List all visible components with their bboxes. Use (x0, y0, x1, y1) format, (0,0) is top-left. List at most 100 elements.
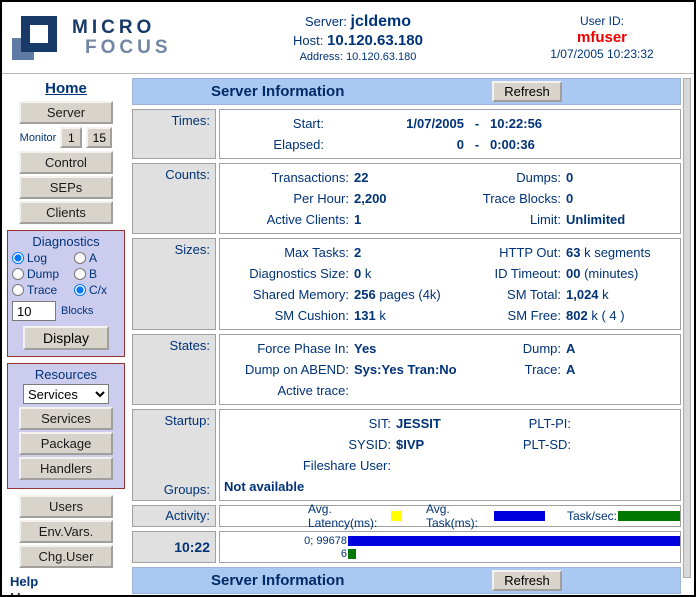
handlers-button[interactable]: Handlers (19, 457, 113, 480)
monitor-1-button[interactable]: 1 (60, 127, 82, 148)
sysid-value: $IVP (396, 434, 514, 455)
resources-panel: Resources Services Services Package Hand… (7, 363, 125, 489)
sm-total-value: 1,024 (566, 287, 599, 302)
section-title-top: Server Information (211, 83, 344, 100)
activity-green-bar (348, 549, 356, 559)
resources-title: Resources (12, 367, 120, 382)
clients-button[interactable]: Clients (19, 201, 113, 224)
home-link[interactable]: Home (2, 80, 130, 97)
sit-value: JESSIT (396, 413, 514, 434)
radio-b-input[interactable] (74, 268, 86, 280)
activity-sample-time: 10:22 (132, 531, 216, 563)
fileshare-user-value (396, 455, 514, 476)
seps-button[interactable]: SEPs (19, 176, 113, 199)
plt-pi-value (576, 413, 676, 434)
refresh-button-top[interactable]: Refresh (492, 81, 562, 102)
blocks-label: Blocks (61, 305, 93, 317)
server-name: jcldemo (351, 13, 411, 30)
plt-sd-label: PLT-SD: (514, 434, 576, 455)
server-button[interactable]: Server (19, 101, 113, 124)
active-clients-value: 1 (354, 209, 476, 230)
elapsed-label: Elapsed: (224, 134, 324, 155)
radio-a[interactable]: A (74, 251, 118, 265)
radio-dump[interactable]: Dump (12, 267, 74, 281)
activity-sample-row: 10:22 0; 99678 6 (132, 531, 681, 563)
top-header: MICRO FOCUS Server: jcldemo Host: 10.120… (2, 2, 694, 74)
resources-select[interactable]: Services (23, 384, 109, 404)
states-row-label: States: (132, 334, 216, 405)
host-value: 10.120.63.180 (327, 32, 423, 49)
times-row-label: Times: (132, 109, 216, 159)
per-hour-label: Per Hour: (224, 188, 354, 209)
active-trace-value (354, 380, 476, 401)
page: MICRO FOCUS Server: jcldemo Host: 10.120… (0, 0, 696, 597)
dumps-value: 0 (566, 167, 676, 188)
fileshare-user-label: Fileshare User: (224, 455, 396, 476)
per-hour-value: 2,200 (354, 188, 476, 209)
menu-link[interactable]: Menu (10, 590, 43, 597)
id-timeout-label: ID Timeout: (476, 263, 566, 284)
help-label: Help (10, 574, 130, 589)
active-clients-label: Active Clients: (224, 209, 354, 230)
package-button[interactable]: Package (19, 432, 113, 455)
sizes-row: Sizes: Max Tasks: 2 HTTP Out: 63 k segme… (132, 238, 681, 330)
logo-text-focus: FOCUS (85, 38, 172, 57)
blocks-input[interactable] (12, 301, 56, 321)
header-datetime: 1/07/2005 10:23:32 (524, 47, 680, 61)
force-phase-in-label: Force Phase In: (224, 338, 354, 359)
activity-line1-value: 0; 99678 (220, 535, 348, 547)
sidebar: Home Server Monitor 1 15 Control SEPs Cl… (2, 74, 130, 594)
trace-state-value: A (566, 359, 676, 380)
sm-free-label: SM Free: (476, 305, 566, 326)
elapsed-time: 0:00:36 (490, 134, 676, 155)
dumps-label: Dumps: (476, 167, 566, 188)
radio-b[interactable]: B (74, 267, 118, 281)
services-button[interactable]: Services (19, 407, 113, 430)
groups-row-label: Groups: (133, 482, 210, 497)
micro-focus-logo-icon (12, 14, 64, 62)
refresh-button-bottom[interactable]: Refresh (492, 570, 562, 591)
limit-label: Limit: (476, 209, 566, 230)
right-gray-strip (683, 78, 691, 578)
activity-row-label: Activity: (132, 505, 216, 527)
user-id-label: User ID: (524, 14, 680, 28)
plt-pi-label: PLT-PI: (514, 413, 576, 434)
radio-cx-input[interactable] (74, 284, 86, 296)
radio-trace-input[interactable] (12, 284, 24, 296)
shared-memory-label: Shared Memory: (224, 284, 354, 305)
radio-dump-input[interactable] (12, 268, 24, 280)
address-label: Address: (300, 51, 343, 63)
control-button[interactable]: Control (19, 151, 113, 174)
radio-log-input[interactable] (12, 252, 24, 264)
users-button[interactable]: Users (19, 495, 113, 518)
max-tasks-value: 2 (354, 245, 361, 260)
sm-cushion-value: 131 (354, 308, 376, 323)
user-info-block: User ID: mfuser 1/07/2005 10:23:32 (524, 14, 694, 61)
host-label: Host: (293, 33, 323, 48)
radio-log[interactable]: Log (12, 251, 74, 265)
sit-label: SIT: (224, 413, 396, 434)
times-row: Times: Start: 1/07/2005 - 10:22:56 Elaps… (132, 109, 681, 159)
env-vars-button[interactable]: Env.Vars. (19, 520, 113, 543)
radio-cx[interactable]: C/x (74, 283, 118, 297)
start-time: 10:22:56 (490, 113, 676, 134)
monitor-15-button[interactable]: 15 (86, 127, 112, 148)
startup-row: Startup: Groups: SIT: JESSIT PLT-PI: SYS… (132, 409, 681, 501)
max-tasks-label: Max Tasks: (224, 242, 354, 263)
micro-focus-logo: MICRO FOCUS (2, 14, 192, 62)
trace-state-label: Trace: (476, 359, 566, 380)
bottom-section-header: Server Information Refresh (132, 567, 681, 594)
radio-trace[interactable]: Trace (12, 283, 74, 297)
dump-on-abend-label: Dump on ABEND: (224, 359, 354, 380)
counts-row-label: Counts: (132, 163, 216, 234)
latency-swatch-icon (391, 511, 402, 521)
counts-row: Counts: Transactions: 22 Dumps: 0 Per Ho… (132, 163, 681, 234)
chg-user-button[interactable]: Chg.User (19, 545, 113, 568)
limit-value: Unlimited (566, 209, 676, 230)
http-out-label: HTTP Out: (476, 242, 566, 263)
force-phase-in-value: Yes (354, 338, 476, 359)
display-button[interactable]: Display (23, 326, 109, 350)
start-date: 1/07/2005 (324, 113, 464, 134)
radio-a-input[interactable] (74, 252, 86, 264)
trace-blocks-value: 0 (566, 188, 676, 209)
